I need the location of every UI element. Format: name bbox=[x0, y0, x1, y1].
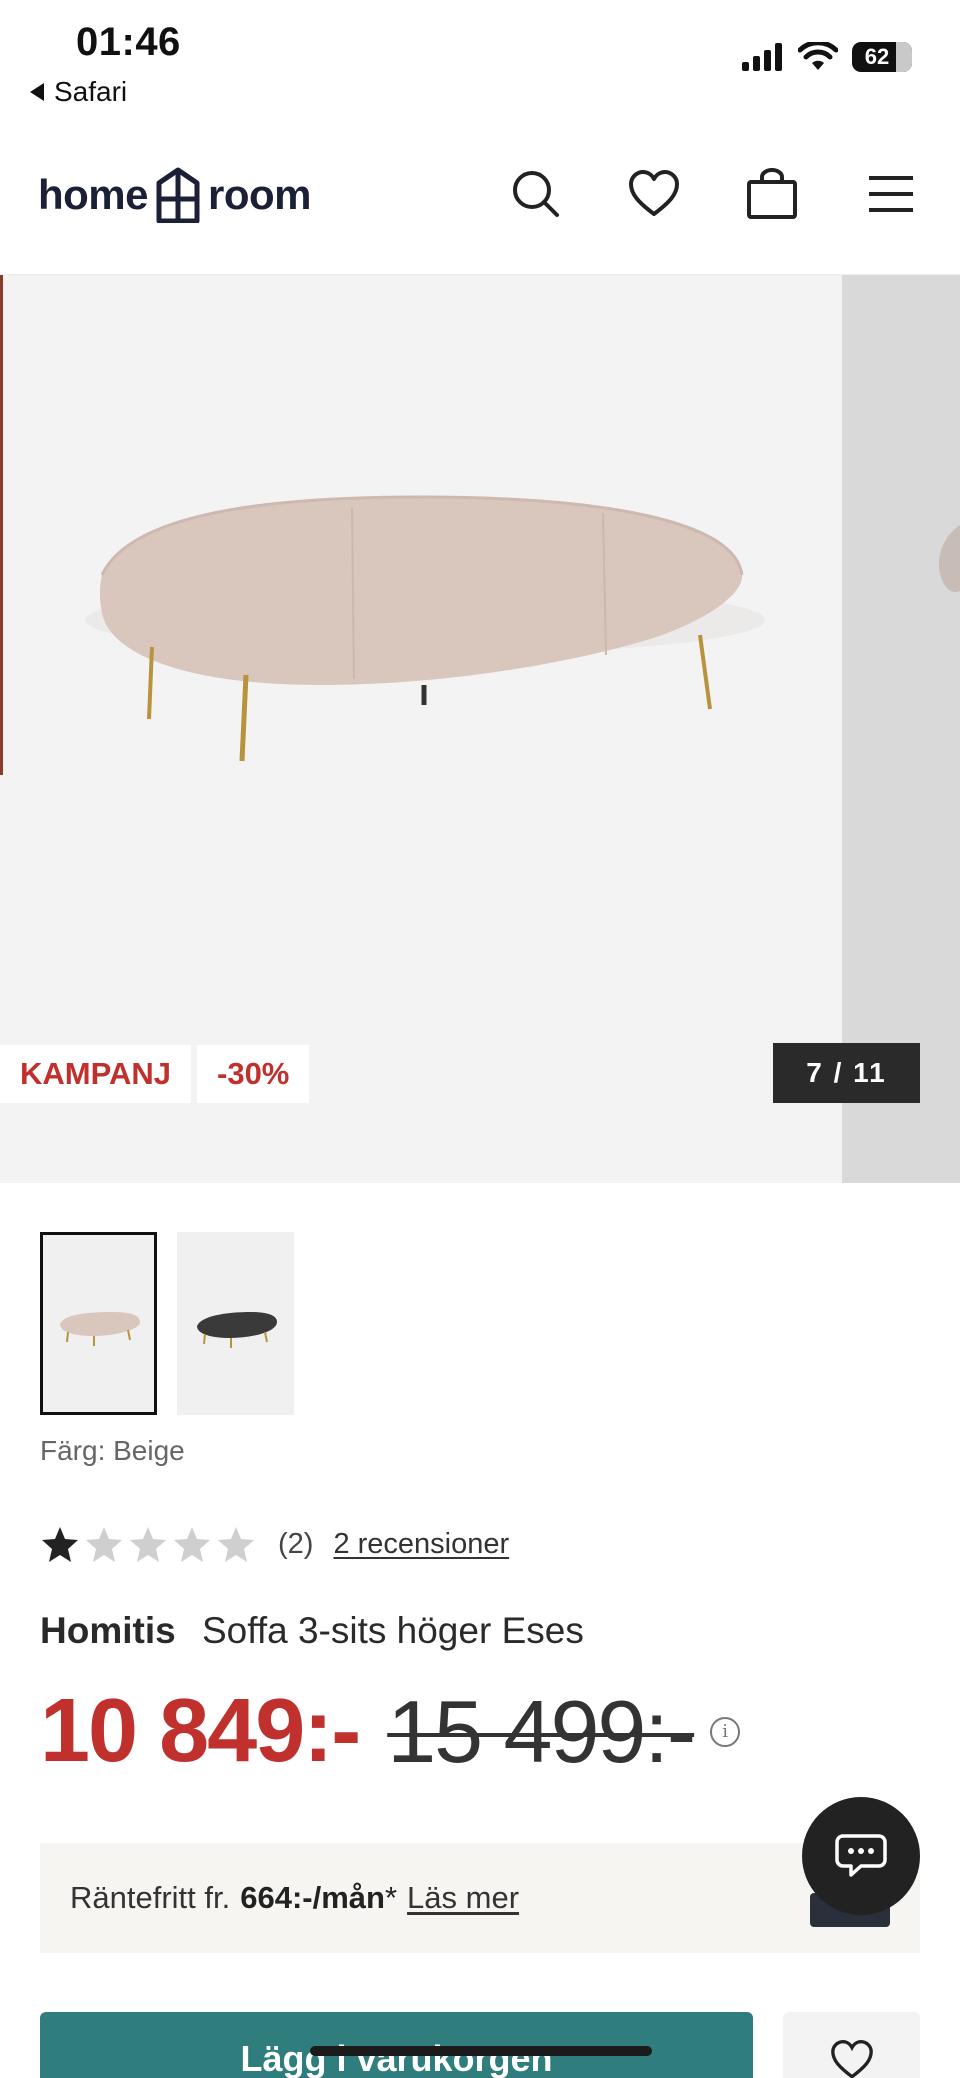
product-image-gallery[interactable]: KAMPANJ -30% 7 / 11 bbox=[0, 275, 960, 1183]
campaign-badge: KAMPANJ bbox=[0, 1045, 191, 1103]
add-to-wishlist-button[interactable] bbox=[783, 2012, 920, 2078]
discount-badge: -30% bbox=[197, 1045, 310, 1103]
bag-icon bbox=[747, 168, 797, 219]
financing-asterisk: * bbox=[384, 1880, 398, 1915]
status-time: 01:46 bbox=[76, 20, 181, 64]
product-title: Homitis Soffa 3-sits höger Eses bbox=[40, 1610, 584, 1652]
back-to-safari-link[interactable]: Safari bbox=[30, 76, 127, 108]
color-label: Färg: Beige bbox=[40, 1435, 185, 1466]
chat-button[interactable] bbox=[802, 1797, 920, 1915]
product-brand[interactable]: Homitis bbox=[40, 1610, 176, 1651]
chat-bubble-icon bbox=[835, 1834, 887, 1877]
financing-prefix: Räntefritt fr. bbox=[70, 1880, 231, 1915]
menu-button[interactable] bbox=[862, 165, 920, 223]
financing-banner: Räntefritt fr. 664:-/mån * Läs mer bbox=[40, 1843, 920, 1953]
menu-icon bbox=[869, 176, 913, 212]
search-button[interactable] bbox=[507, 165, 565, 223]
status-bar: 01:46 Safari 62 bbox=[0, 0, 960, 115]
current-price: 10 849:- bbox=[40, 1681, 361, 1781]
status-icons: 62 bbox=[742, 42, 912, 72]
badge-row: KAMPANJ -30% bbox=[0, 1045, 310, 1103]
reviews-link[interactable]: 2 recensioner bbox=[333, 1528, 509, 1561]
thumbnail-black[interactable] bbox=[177, 1232, 294, 1415]
product-name: Soffa 3-sits höger Eses bbox=[201, 1610, 584, 1651]
cart-button[interactable] bbox=[743, 165, 801, 223]
back-app-label: Safari bbox=[54, 76, 128, 107]
heart-icon bbox=[629, 170, 679, 216]
black-sofa-thumbnail bbox=[196, 1311, 277, 1348]
color-thumbnails bbox=[40, 1232, 294, 1415]
add-to-cart-button[interactable]: Lägg i varukorgen bbox=[40, 2012, 753, 2078]
wishlist-button[interactable] bbox=[625, 165, 683, 223]
star-empty-icon bbox=[218, 1527, 254, 1562]
product-rating: (2) 2 recensioner bbox=[40, 1525, 509, 1563]
image-counter: 7 / 11 bbox=[773, 1043, 920, 1103]
back-arrow-icon bbox=[30, 83, 44, 101]
beige-sofa-thumbnail bbox=[59, 1311, 140, 1346]
home-indicator[interactable] bbox=[310, 2046, 652, 2056]
star-filled-icon bbox=[42, 1527, 78, 1562]
star-empty-icon bbox=[174, 1527, 210, 1562]
thumbnail-beige[interactable] bbox=[40, 1232, 157, 1415]
price-row: 10 849:- 15 499:- i bbox=[40, 1680, 741, 1783]
cellular-signal-icon bbox=[742, 43, 782, 71]
battery-icon: 62 bbox=[852, 42, 912, 72]
rating-count: (2) bbox=[278, 1527, 314, 1560]
original-price: 15 499:- bbox=[387, 1681, 696, 1781]
site-header: home room bbox=[0, 115, 960, 275]
star-empty-icon bbox=[130, 1527, 166, 1562]
logo-text-home: home bbox=[38, 171, 149, 218]
financing-amount: 664:-/mån bbox=[240, 1880, 385, 1915]
financing-read-more-link[interactable]: Läs mer bbox=[407, 1880, 519, 1916]
heart-outline-icon bbox=[830, 2040, 873, 2078]
rating-stars bbox=[40, 1525, 256, 1563]
logo-text-room: room bbox=[208, 171, 312, 218]
wifi-icon bbox=[798, 42, 838, 70]
star-empty-icon bbox=[86, 1527, 122, 1562]
homeroom-logo[interactable]: home room bbox=[38, 167, 312, 223]
price-info-icon[interactable]: i bbox=[710, 1716, 741, 1747]
house-logo-icon bbox=[156, 167, 200, 223]
search-icon bbox=[513, 171, 559, 217]
